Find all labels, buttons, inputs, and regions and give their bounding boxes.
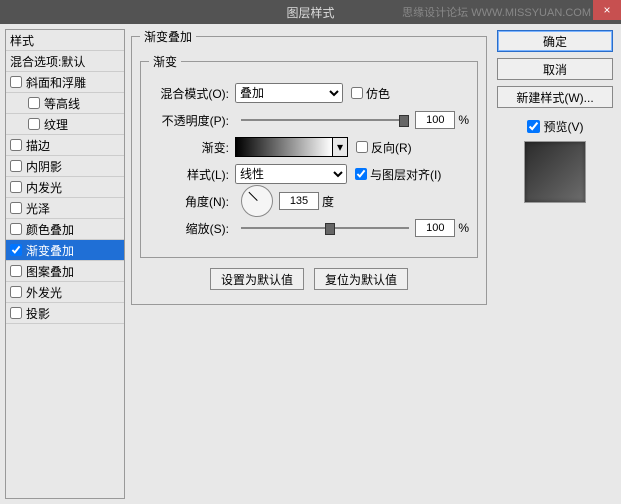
- scale-input[interactable]: [415, 219, 455, 237]
- scale-pct: %: [458, 221, 469, 235]
- opacity-label: 不透明度(P):: [149, 112, 229, 129]
- scale-slider[interactable]: [241, 221, 409, 235]
- cancel-button[interactable]: 取消: [497, 58, 613, 80]
- outer-glow-checkbox[interactable]: [10, 286, 22, 298]
- preview-label: 预览(V): [544, 118, 584, 135]
- inner-legend: 渐变: [149, 53, 181, 70]
- blend-mode-label: 混合模式(O):: [149, 85, 229, 102]
- gradient-group: 渐变 混合模式(O): 叠加 仿色 不透明度(P): % 渐变: [140, 53, 478, 258]
- contour-checkbox[interactable]: [28, 97, 40, 109]
- style-bevel[interactable]: 斜面和浮雕: [6, 72, 124, 93]
- color-overlay-checkbox[interactable]: [10, 223, 22, 235]
- reverse-label: 反向(R): [371, 139, 412, 156]
- gradient-swatch[interactable]: [235, 137, 333, 157]
- scale-label: 缩放(S):: [149, 220, 229, 237]
- inner-shadow-checkbox[interactable]: [10, 160, 22, 172]
- gradient-label: 渐变:: [149, 139, 229, 156]
- align-layer-label: 与图层对齐(I): [370, 166, 441, 183]
- title-bar: 图层样式 思缘设计论坛 WWW.MISSYUAN.COM ×: [0, 0, 621, 24]
- style-contour[interactable]: 等高线: [6, 93, 124, 114]
- style-stroke[interactable]: 描边: [6, 135, 124, 156]
- style-texture[interactable]: 纹理: [6, 114, 124, 135]
- ok-button[interactable]: 确定: [497, 30, 613, 52]
- angle-degree: 度: [322, 193, 334, 210]
- angle-input[interactable]: [279, 192, 319, 210]
- gradient-overlay-panel: 渐变叠加 渐变 混合模式(O): 叠加 仿色 不透明度(P): %: [131, 28, 487, 305]
- panel-legend: 渐变叠加: [140, 28, 196, 45]
- style-label: 样式(L):: [149, 166, 229, 183]
- reset-default-button[interactable]: 复位为默认值: [314, 268, 408, 290]
- preview-swatch: [524, 141, 586, 203]
- blend-mode-select[interactable]: 叠加: [235, 83, 343, 103]
- right-panel: 确定 取消 新建样式(W)... 预览(V): [493, 24, 621, 504]
- preview-checkbox[interactable]: [527, 120, 540, 133]
- angle-dial[interactable]: [241, 185, 273, 217]
- align-layer-checkbox[interactable]: [355, 168, 367, 180]
- dither-label: 仿色: [366, 85, 390, 102]
- style-gradient-overlay[interactable]: 渐变叠加: [6, 240, 124, 261]
- style-inner-glow[interactable]: 内发光: [6, 177, 124, 198]
- close-button[interactable]: ×: [593, 0, 621, 20]
- style-inner-shadow[interactable]: 内阴影: [6, 156, 124, 177]
- gradient-style-select[interactable]: 线性: [235, 164, 347, 184]
- inner-glow-checkbox[interactable]: [10, 181, 22, 193]
- reverse-checkbox[interactable]: [356, 141, 368, 153]
- style-color-overlay[interactable]: 颜色叠加: [6, 219, 124, 240]
- dither-checkbox[interactable]: [351, 87, 363, 99]
- new-style-button[interactable]: 新建样式(W)...: [497, 86, 613, 108]
- stroke-checkbox[interactable]: [10, 139, 22, 151]
- opacity-input[interactable]: [415, 111, 455, 129]
- satin-checkbox[interactable]: [10, 202, 22, 214]
- style-pattern-overlay[interactable]: 图案叠加: [6, 261, 124, 282]
- opacity-slider[interactable]: [241, 113, 409, 127]
- styles-header[interactable]: 样式: [6, 30, 124, 51]
- style-drop-shadow[interactable]: 投影: [6, 303, 124, 324]
- style-outer-glow[interactable]: 外发光: [6, 282, 124, 303]
- pattern-overlay-checkbox[interactable]: [10, 265, 22, 277]
- texture-checkbox[interactable]: [28, 118, 40, 130]
- gradient-dropdown[interactable]: ▾: [333, 137, 348, 157]
- watermark: 思缘设计论坛 WWW.MISSYUAN.COM: [402, 4, 591, 20]
- styles-list: 样式 混合选项:默认 斜面和浮雕 等高线 纹理 描边 内阴影 内发光 光泽 颜色…: [5, 29, 125, 499]
- set-default-button[interactable]: 设置为默认值: [210, 268, 304, 290]
- bevel-checkbox[interactable]: [10, 76, 22, 88]
- drop-shadow-checkbox[interactable]: [10, 307, 22, 319]
- gradient-overlay-checkbox[interactable]: [10, 244, 22, 256]
- angle-label: 角度(N):: [149, 193, 229, 210]
- style-satin[interactable]: 光泽: [6, 198, 124, 219]
- blending-options[interactable]: 混合选项:默认: [6, 51, 124, 72]
- opacity-pct: %: [458, 113, 469, 127]
